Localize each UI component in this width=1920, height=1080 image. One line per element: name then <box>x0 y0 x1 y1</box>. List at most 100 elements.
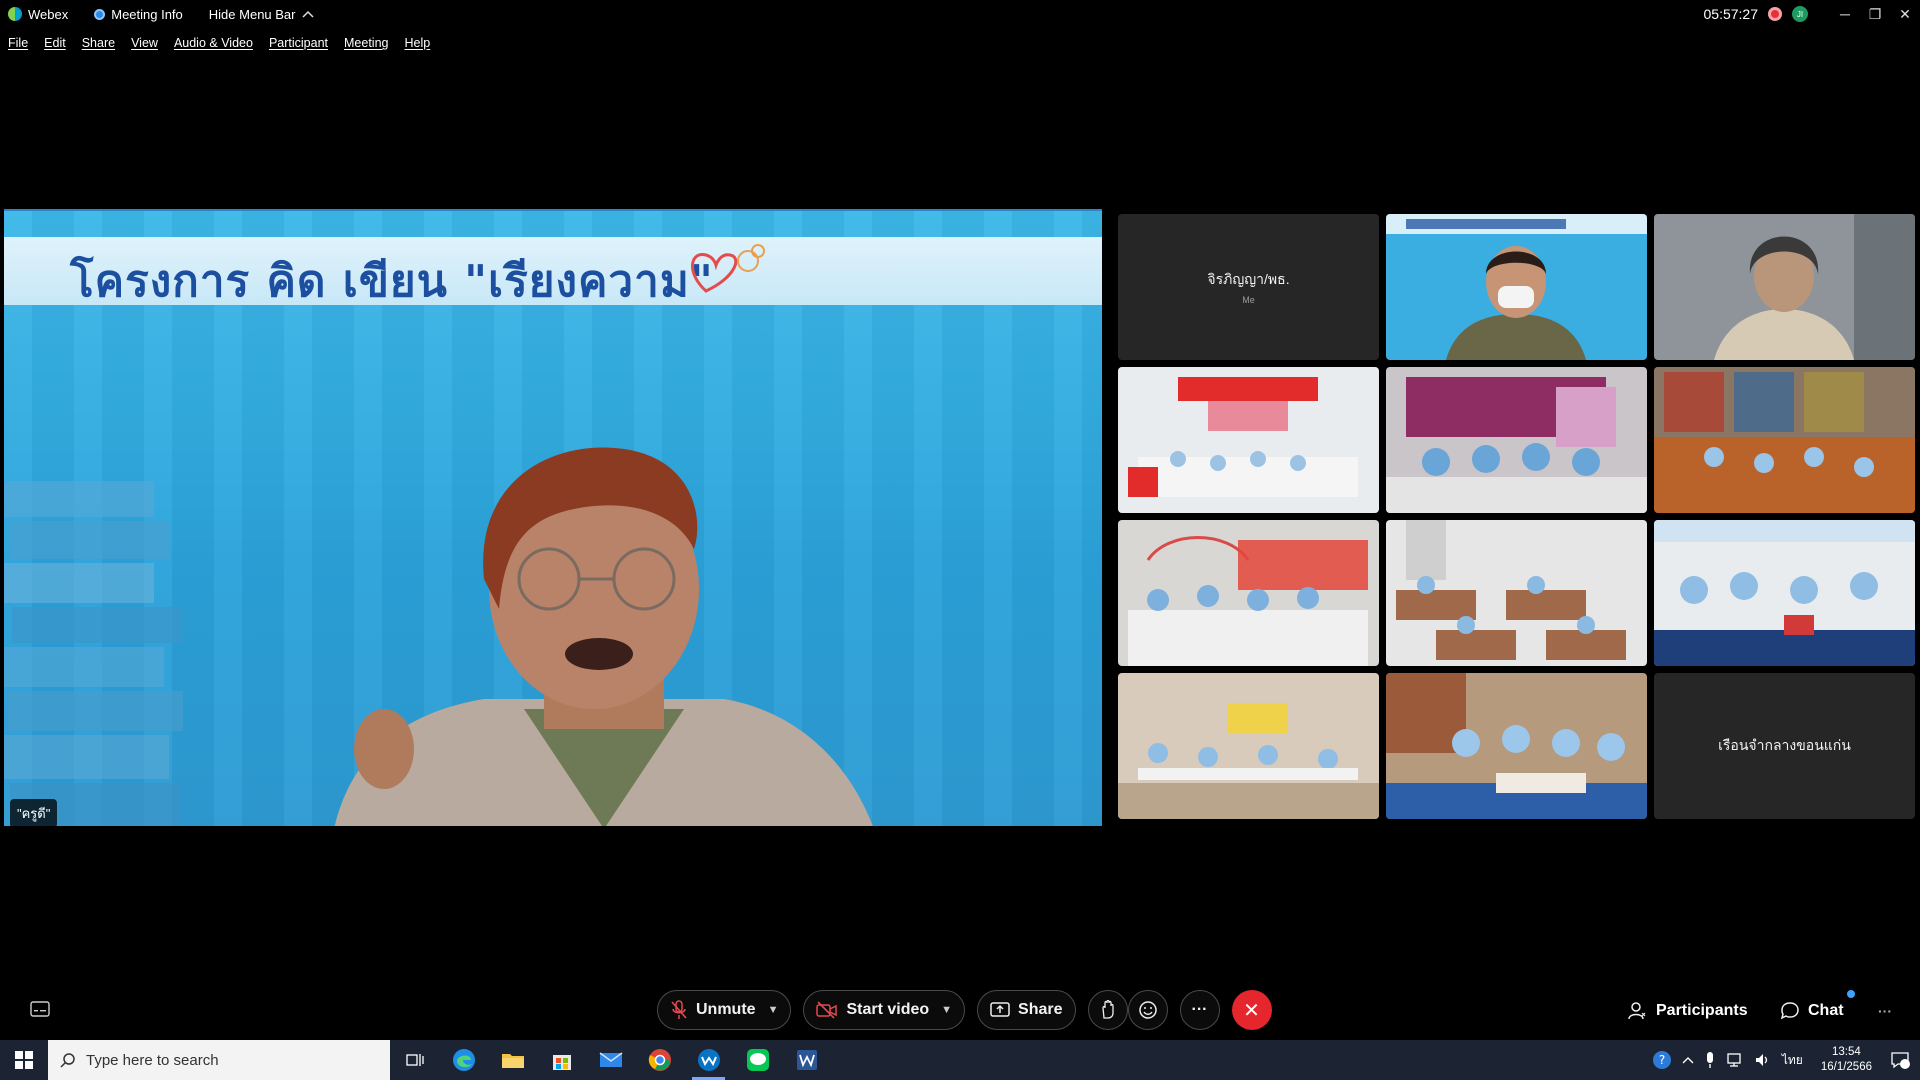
heart-logo-icon <box>691 244 765 293</box>
start-video-label: Start video <box>846 1001 930 1018</box>
book-stack-image <box>4 481 183 826</box>
participants-button[interactable]: Participants <box>1628 998 1748 1024</box>
participant-tile[interactable] <box>1118 367 1379 513</box>
participant-video <box>1386 673 1647 819</box>
taskbar-store[interactable] <box>537 1040 586 1080</box>
unmute-button[interactable]: Unmute ▼ <box>657 990 792 1030</box>
menu-file[interactable]: File <box>8 36 28 50</box>
info-icon <box>94 8 106 20</box>
participant-video <box>1386 214 1647 360</box>
participant-tile[interactable] <box>1654 214 1915 360</box>
chat-icon <box>1780 1002 1799 1020</box>
menu-help[interactable]: Help <box>404 36 430 50</box>
clock-date: 16/1/2566 <box>1820 1061 1872 1073</box>
overflow-button[interactable]: ··· <box>1878 998 1892 1024</box>
participant-tile[interactable] <box>1386 367 1647 513</box>
search-placeholder: Type here to search <box>86 1051 219 1069</box>
participants-icon <box>1628 1002 1646 1020</box>
help-icon[interactable]: ? <box>1652 1050 1672 1070</box>
user-avatar[interactable]: JI <box>1792 6 1808 22</box>
webex-logo-icon <box>8 7 22 21</box>
hide-menu-bar-button[interactable]: Hide Menu Bar <box>209 7 314 22</box>
taskbar-search[interactable]: Type here to search <box>48 1040 390 1080</box>
participant-tile[interactable]: เรือนจำกลางขอนแก่น <box>1654 673 1915 819</box>
menu-view[interactable]: View <box>131 36 158 50</box>
menu-meeting[interactable]: Meeting <box>344 36 388 50</box>
task-view-button[interactable] <box>390 1040 439 1080</box>
participant-tile[interactable] <box>1654 520 1915 666</box>
end-call-button[interactable]: ✕ <box>1231 990 1272 1030</box>
start-button[interactable] <box>0 1040 48 1080</box>
menu-share[interactable]: Share <box>82 36 115 50</box>
restore-button[interactable]: ❐ <box>1860 0 1890 28</box>
chevron-up-icon[interactable] <box>1682 1055 1694 1065</box>
taskbar-file-explorer[interactable] <box>488 1040 537 1080</box>
smiley-icon <box>1138 1001 1157 1019</box>
taskbar-webex[interactable] <box>684 1040 733 1080</box>
chevron-down-icon[interactable]: ▼ <box>941 1004 952 1016</box>
taskbar-line[interactable] <box>733 1040 782 1080</box>
speaker-name-tag: "ครูดี" <box>10 799 58 826</box>
participant-tile[interactable] <box>1118 673 1379 819</box>
unmute-label: Unmute <box>696 1001 756 1018</box>
svg-text:?: ? <box>1659 1053 1665 1067</box>
recording-icon[interactable] <box>1768 7 1782 21</box>
participant-tile[interactable] <box>1654 367 1915 513</box>
folder-icon <box>501 1054 524 1068</box>
system-tray: ? ไทย 13:54 16/1/2566 <box>1652 1040 1920 1080</box>
participant-video <box>1386 520 1647 666</box>
windows-logo-icon <box>15 1051 33 1069</box>
webex-logo: Webex <box>8 7 68 22</box>
notification-icon[interactable] <box>1890 1051 1910 1069</box>
search-icon <box>60 1053 75 1068</box>
mail-icon <box>599 1052 622 1067</box>
taskbar-edge[interactable] <box>439 1040 488 1080</box>
meeting-controls: Unmute ▼ Start video ▼ Share ··· ✕ <box>657 990 1272 1030</box>
participant-tile-me[interactable]: จิรภิญญา/พธ. Me <box>1118 214 1379 360</box>
meeting-info-button[interactable]: Meeting Info <box>94 7 183 22</box>
participant-video <box>1654 520 1915 666</box>
windows-taskbar: Type here to search ? ไทย 13:54 16/1/256… <box>0 1040 1920 1080</box>
language-indicator[interactable]: ไทย <box>1782 1051 1803 1070</box>
participant-sub: Me <box>1242 295 1255 305</box>
close-window-button[interactable]: ✕ <box>1890 0 1920 28</box>
more-options-button[interactable]: ··· <box>1179 990 1220 1030</box>
overflow-label: ··· <box>1878 1003 1892 1019</box>
chrome-icon <box>648 1049 671 1071</box>
participant-video <box>1654 214 1915 360</box>
hand-icon <box>1101 1000 1114 1019</box>
share-button[interactable]: Share <box>977 990 1076 1030</box>
menu-participant[interactable]: Participant <box>269 36 328 50</box>
participant-name: จิรภิญญา/พธ. <box>1207 271 1290 287</box>
hide-menu-bar-label: Hide Menu Bar <box>208 6 296 22</box>
taskbar-chrome[interactable] <box>635 1040 684 1080</box>
taskbar-clock[interactable]: 13:54 16/1/2566 <box>1821 1045 1872 1075</box>
microphone-icon[interactable] <box>1704 1051 1716 1069</box>
network-icon[interactable] <box>1726 1052 1744 1068</box>
reactions-button[interactable] <box>1127 990 1168 1030</box>
taskbar-word[interactable] <box>782 1040 831 1080</box>
chevron-down-icon[interactable]: ▼ <box>768 1004 779 1016</box>
menu-edit[interactable]: Edit <box>44 36 66 50</box>
participant-tile[interactable] <box>1118 520 1379 666</box>
more-label: ··· <box>1191 1001 1208 1018</box>
meeting-timer: 05:57:27 <box>1703 6 1759 22</box>
participant-video <box>1386 367 1647 513</box>
main-video-stage[interactable]: โครงการ คิด เขียน "เรียงความ" "ครูดี" <box>4 209 1102 826</box>
start-video-button[interactable]: Start video ▼ <box>803 990 966 1030</box>
volume-icon[interactable] <box>1754 1052 1772 1068</box>
participants-label: Participants <box>1656 1002 1748 1019</box>
participant-tile[interactable] <box>1386 520 1647 666</box>
menu-audio-video[interactable]: Audio & Video <box>174 36 253 50</box>
captions-icon[interactable] <box>30 1001 50 1017</box>
line-icon <box>746 1049 769 1071</box>
presenter-video <box>334 447 873 826</box>
participant-tile[interactable] <box>1386 673 1647 819</box>
share-screen-icon <box>990 1002 1010 1017</box>
chat-button[interactable]: Chat <box>1780 998 1844 1024</box>
participant-tile[interactable] <box>1386 214 1647 360</box>
minimize-button[interactable]: ─ <box>1830 0 1860 28</box>
raise-hand-button[interactable] <box>1087 990 1128 1030</box>
word-icon <box>796 1050 817 1070</box>
taskbar-mail[interactable] <box>586 1040 635 1080</box>
